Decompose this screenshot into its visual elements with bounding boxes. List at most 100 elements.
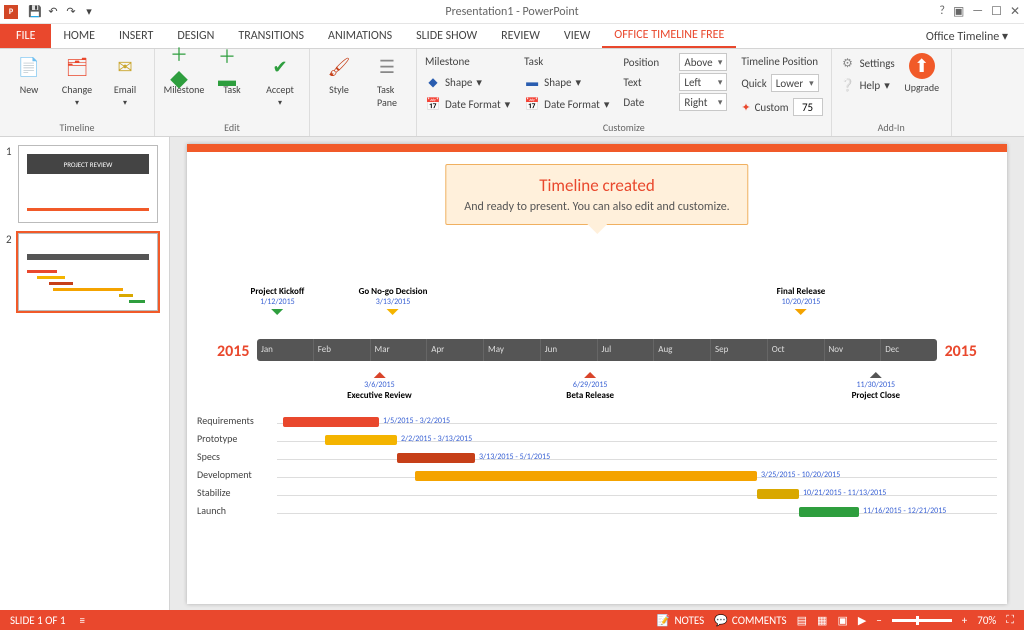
accept-button[interactable]: ✔Accept▾: [259, 53, 301, 108]
zoom-slider[interactable]: [892, 619, 952, 622]
view-reading-button[interactable]: ▣: [837, 614, 847, 627]
tab-slideshow[interactable]: SLIDE SHOW: [404, 24, 489, 48]
task-pane-button[interactable]: ☰Task Pane: [366, 53, 408, 109]
zoom-value: 70%: [977, 614, 996, 627]
redo-button[interactable]: ↷: [62, 3, 80, 21]
month-cell: Sep: [711, 339, 768, 361]
milestone-shape-button[interactable]: ◆Shape ▾: [425, 72, 510, 92]
settings-button[interactable]: ⚙Settings: [840, 53, 895, 73]
spellcheck-icon[interactable]: ≡: [80, 614, 85, 627]
task-row[interactable]: Development3/25/2015 - 10/20/2015: [197, 468, 997, 486]
group-addin: Add-In: [840, 119, 943, 136]
milestone-marker[interactable]: Go No-go Decision3/13/2015: [359, 286, 428, 323]
tab-review[interactable]: REVIEW: [489, 24, 552, 48]
milestone-button[interactable]: ＋◆Milestone: [163, 53, 205, 96]
month-cell: Mar: [371, 339, 428, 361]
task-row[interactable]: Prototype2/2/2015 - 3/13/2015: [197, 432, 997, 450]
task-shape-button[interactable]: ▬Shape ▾: [524, 72, 609, 92]
milestone-icon: ＋◆: [170, 53, 198, 81]
milestone-dateformat-button[interactable]: 📅Date Format ▾: [425, 94, 510, 114]
window-title: Presentation1 - PowerPoint: [445, 5, 578, 19]
view-normal-button[interactable]: ▤: [797, 614, 807, 627]
timeline-bar[interactable]: JanFebMarAprMayJunJulAugSepOctNovDec: [257, 339, 937, 361]
month-cell: Oct: [768, 339, 825, 361]
group-edit: Edit: [163, 119, 301, 136]
year-left: 2015: [217, 342, 249, 361]
slide-canvas[interactable]: Timeline created And ready to present. Y…: [187, 144, 1007, 604]
thumbnail-1[interactable]: 1 PROJECT REVIEW: [8, 145, 161, 223]
style-button[interactable]: 🖌Style: [318, 53, 360, 96]
change-button[interactable]: 🗂Change▾: [56, 53, 98, 108]
maximize-button[interactable]: ☐: [991, 4, 1002, 19]
accept-icon: ✔: [266, 53, 294, 81]
powerpoint-icon: P: [4, 5, 18, 19]
fit-button[interactable]: ⛶: [1006, 613, 1014, 627]
month-cell: May: [484, 339, 541, 361]
task-dateformat-button[interactable]: 📅Date Format ▾: [524, 94, 609, 114]
minimize-button[interactable]: —: [972, 4, 983, 19]
tab-animations[interactable]: ANIMATIONS: [316, 24, 404, 48]
balloon-tooltip: Timeline created And ready to present. Y…: [445, 164, 748, 225]
position-label: Position: [623, 56, 673, 69]
thumbnail-2[interactable]: 2: [8, 233, 161, 311]
task-button[interactable]: ＋▬Task: [211, 53, 253, 96]
month-cell: Jun: [541, 339, 598, 361]
custom-input[interactable]: [793, 98, 823, 116]
task-row[interactable]: Requirements1/5/2015 - 3/2/2015: [197, 414, 997, 432]
position-dropdown[interactable]: Above: [679, 53, 727, 71]
date-dropdown[interactable]: Right: [679, 93, 727, 111]
tab-file[interactable]: FILE: [0, 24, 51, 48]
milestone-marker[interactable]: Project Kickoff1/12/2015: [251, 286, 305, 323]
text-label: Text: [623, 76, 673, 89]
tab-home[interactable]: HOME: [51, 24, 107, 48]
milestone-marker[interactable]: 3/6/2015Executive Review: [347, 364, 412, 401]
tab-office-timeline[interactable]: OFFICE TIMELINE FREE: [602, 24, 736, 48]
zoom-out-button[interactable]: −: [876, 614, 881, 627]
change-icon: 🗂: [63, 53, 91, 81]
quick-dropdown[interactable]: Lower: [771, 74, 819, 92]
new-button[interactable]: 📄New: [8, 53, 50, 96]
notes-button[interactable]: 📝 NOTES: [657, 614, 704, 627]
view-sorter-button[interactable]: ▦: [817, 614, 827, 627]
upgrade-button[interactable]: ⬆Upgrade: [901, 53, 943, 94]
year-right: 2015: [945, 342, 977, 361]
month-cell: Jul: [598, 339, 655, 361]
milestone-marker[interactable]: Final Release10/20/2015: [777, 286, 826, 323]
task-row[interactable]: Specs3/13/2015 - 5/1/2015: [197, 450, 997, 468]
gear-icon: ⚙: [840, 55, 856, 71]
view-slideshow-button[interactable]: ▶: [858, 614, 866, 627]
email-icon: ✉: [111, 53, 139, 81]
task-pane-icon: ☰: [373, 53, 401, 81]
task-row[interactable]: Stabilize10/21/2015 - 11/13/2015: [197, 486, 997, 504]
milestone-marker[interactable]: 11/30/2015Project Close: [852, 364, 900, 401]
undo-button[interactable]: ↶: [44, 3, 62, 21]
date-icon: 📅: [425, 96, 441, 112]
shape-icon: ◆: [425, 74, 441, 90]
qat-customize-button[interactable]: ▾: [80, 3, 98, 21]
help-ribbon-button[interactable]: ❔Help ▾: [840, 75, 895, 95]
office-timeline-menu[interactable]: Office Timeline ▾: [914, 24, 1020, 48]
upgrade-icon: ⬆: [909, 53, 935, 79]
text-dropdown[interactable]: Left: [679, 73, 727, 91]
tab-view[interactable]: VIEW: [552, 24, 602, 48]
quick-label: Quick: [741, 77, 766, 90]
month-cell: Dec: [881, 339, 937, 361]
email-button[interactable]: ✉Email▾: [104, 53, 146, 108]
task-row[interactable]: Launch11/16/2015 - 12/21/2015: [197, 504, 997, 522]
date-icon: 📅: [524, 96, 540, 112]
save-button[interactable]: 💾: [26, 3, 44, 21]
close-button[interactable]: ✕: [1010, 4, 1020, 19]
task-icon: ＋▬: [218, 53, 246, 81]
ribbon-tabs: FILE HOME INSERT DESIGN TRANSITIONS ANIM…: [0, 24, 1024, 49]
custom-label: Custom: [755, 101, 789, 114]
comments-button[interactable]: 💬 COMMENTS: [714, 614, 786, 627]
help-icon: ❔: [840, 77, 856, 93]
help-button[interactable]: ?: [939, 4, 945, 19]
milestone-marker[interactable]: 6/29/2015Beta Release: [566, 364, 614, 401]
ribbon-collapse-button[interactable]: ▣: [953, 4, 964, 19]
tab-insert[interactable]: INSERT: [107, 24, 165, 48]
custom-icon: ✦: [741, 101, 750, 114]
zoom-in-button[interactable]: +: [962, 614, 967, 627]
ribbon: 📄New 🗂Change▾ ✉Email▾ Timeline ＋◆Milesto…: [0, 49, 1024, 137]
month-cell: Aug: [654, 339, 711, 361]
